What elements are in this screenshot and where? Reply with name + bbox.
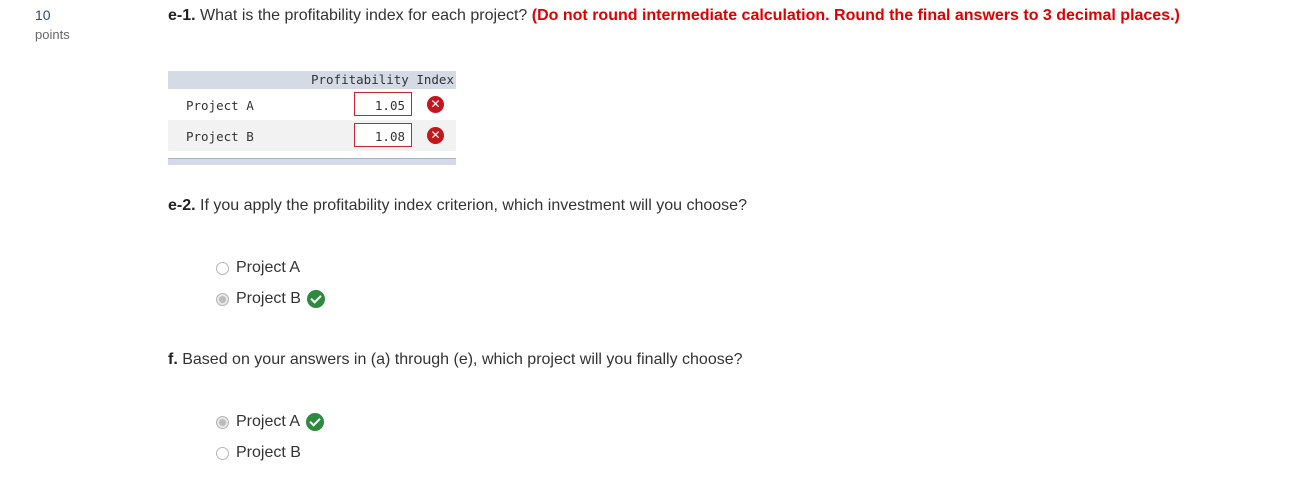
table-row-project-a: Project A 1.05 ✕ xyxy=(168,89,456,120)
question-f-number: f. xyxy=(168,351,178,368)
profitability-index-table: Profitability Index Project A 1.05 ✕ Pro… xyxy=(168,71,456,165)
radio-button[interactable] xyxy=(216,261,229,275)
radio-button-selected[interactable] xyxy=(216,292,229,306)
points-value: 10 xyxy=(35,7,51,23)
radio-button[interactable] xyxy=(216,446,229,460)
question-f: f. Based on your answers in (a) through … xyxy=(168,350,743,370)
table-row-project-b: Project B 1.08 ✕ xyxy=(168,120,456,151)
radio-button-selected[interactable] xyxy=(216,415,229,429)
pi-input-project-a[interactable]: 1.05 xyxy=(354,92,412,116)
e2-option-project-a[interactable]: Project A xyxy=(216,257,300,279)
option-label: Project B xyxy=(236,290,301,307)
check-circle-icon xyxy=(306,413,325,431)
table-header: Profitability Index xyxy=(168,71,456,89)
question-e2-text: If you apply the profitability index cri… xyxy=(200,197,747,214)
question-e1: e-1. What is the profitability index for… xyxy=(168,6,1278,26)
table-footer-bar xyxy=(168,158,456,165)
f-option-project-b[interactable]: Project B xyxy=(216,442,301,464)
check-circle-icon xyxy=(306,290,325,308)
row-label: Project A xyxy=(186,98,254,113)
x-circle-icon: ✕ xyxy=(427,127,444,144)
question-e1-text: What is the profitability index for each… xyxy=(200,7,528,24)
points-label: points xyxy=(35,27,70,42)
points-box: 10 points xyxy=(35,7,95,43)
f-option-project-a[interactable]: Project A xyxy=(216,411,325,433)
question-e1-number: e-1. xyxy=(168,7,196,24)
option-label: Project A xyxy=(236,413,301,430)
question-e2: e-2. If you apply the profitability inde… xyxy=(168,196,747,216)
row-label: Project B xyxy=(186,129,254,144)
e2-option-project-b[interactable]: Project B xyxy=(216,288,325,310)
question-f-text: Based on your answers in (a) through (e)… xyxy=(182,351,743,368)
option-label: Project A xyxy=(236,259,301,276)
x-circle-icon: ✕ xyxy=(427,96,444,113)
option-label: Project B xyxy=(236,444,301,461)
question-e2-number: e-2. xyxy=(168,197,196,214)
column-header-profitability-index: Profitability Index xyxy=(311,72,454,87)
question-e1-instruction: (Do not round intermediate calculation. … xyxy=(531,7,1180,24)
pi-input-project-b[interactable]: 1.08 xyxy=(354,123,412,147)
